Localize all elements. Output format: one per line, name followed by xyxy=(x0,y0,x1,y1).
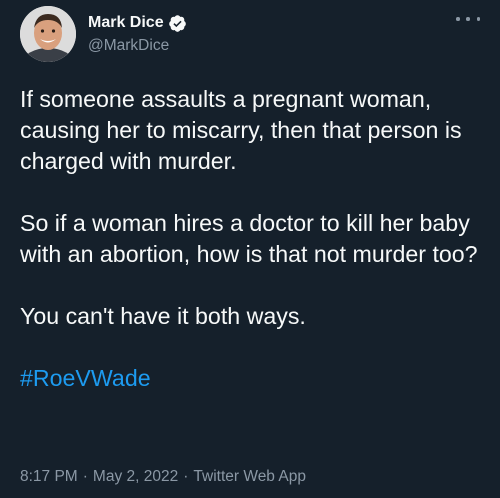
avatar[interactable] xyxy=(20,6,76,62)
author-info: Mark Dice @MarkDice xyxy=(88,12,187,57)
more-dot xyxy=(476,17,480,21)
tweet-meta: 8:17 PM · May 2, 2022 · Twitter Web App xyxy=(20,466,306,488)
name-row: Mark Dice xyxy=(88,12,187,34)
tweet-time[interactable]: 8:17 PM xyxy=(20,468,78,485)
more-horizontal-icon[interactable] xyxy=(456,12,480,26)
more-dot xyxy=(456,17,460,21)
tweet-paragraph-3: You can't have it both ways. xyxy=(20,303,306,329)
verified-badge-icon xyxy=(168,14,187,33)
tweet-card: Mark Dice @MarkDice If someone assaults … xyxy=(0,0,500,498)
meta-separator: · xyxy=(82,468,88,485)
tweet-paragraph-2: So if a woman hires a doctor to kill her… xyxy=(20,210,478,267)
hashtag-link[interactable]: #RoeVWade xyxy=(20,363,490,394)
meta-separator: · xyxy=(183,468,189,485)
tweet-source: Twitter Web App xyxy=(193,468,306,485)
author-handle[interactable]: @MarkDice xyxy=(88,35,187,57)
avatar-image xyxy=(20,6,76,62)
tweet-date[interactable]: May 2, 2022 xyxy=(93,468,178,485)
tweet-paragraph-1: If someone assaults a pregnant woman, ca… xyxy=(20,86,462,174)
tweet-text: If someone assaults a pregnant woman, ca… xyxy=(20,84,490,394)
more-dot xyxy=(466,17,470,21)
tweet-header: Mark Dice @MarkDice xyxy=(20,6,480,62)
author-display-name[interactable]: Mark Dice xyxy=(88,12,164,34)
